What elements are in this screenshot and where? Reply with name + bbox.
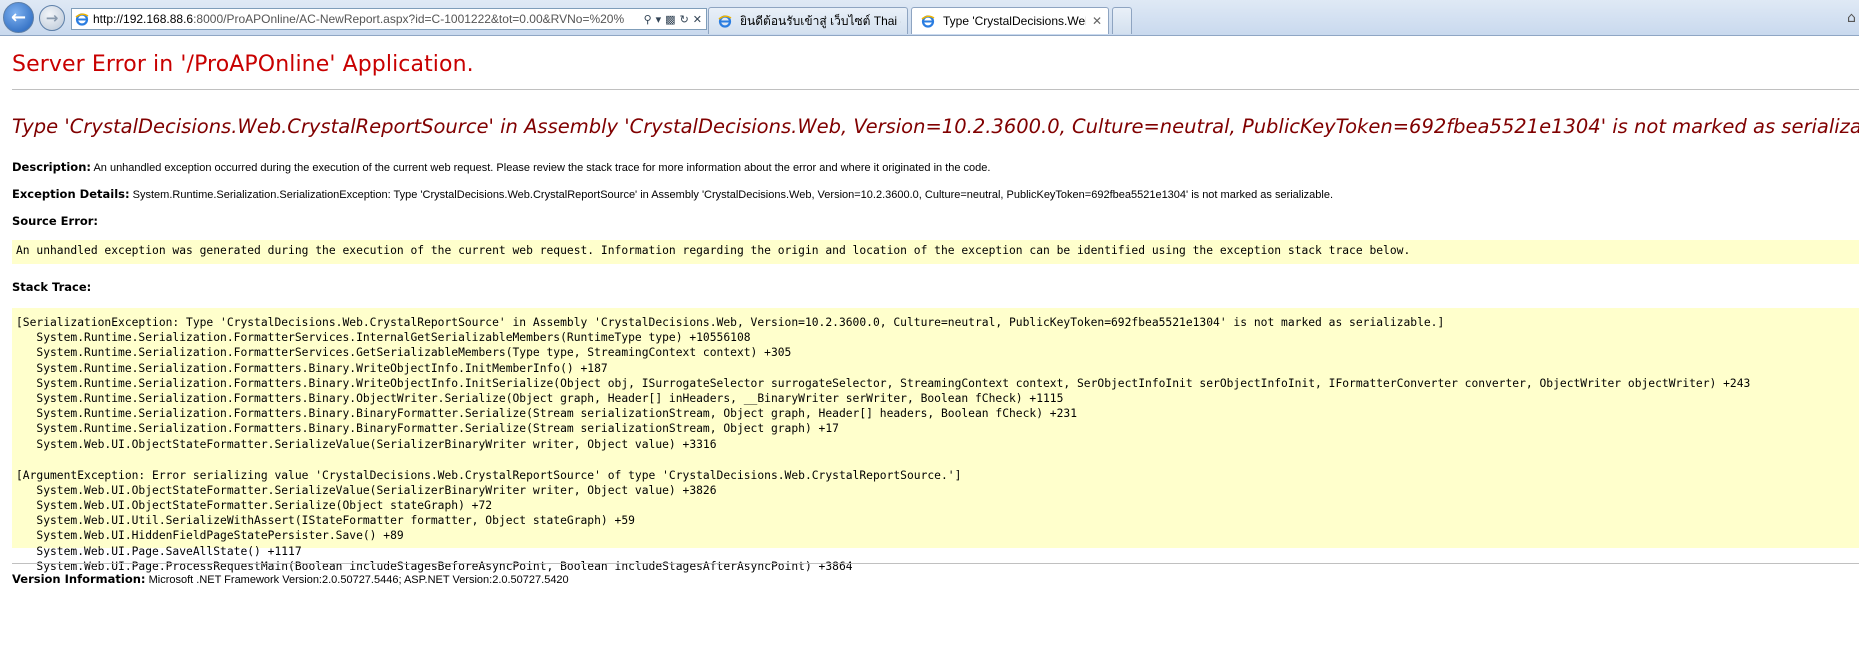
stack-trace-line: System.Web.UI.ObjectStateFormatter.Seria… [16, 499, 493, 513]
arrow-right-icon: → [45, 9, 59, 27]
source-error-box: An unhandled exception was generated dur… [12, 240, 1859, 264]
stack-trace-line: System.Web.UI.ObjectStateFormatter.Seria… [16, 437, 717, 451]
dropdown-arrow-icon[interactable]: ▾ [656, 13, 662, 26]
description-line: Description: An unhandled exception occu… [12, 160, 990, 174]
stack-trace-line: System.Web.UI.HiddenFieldPageStatePersis… [16, 529, 404, 543]
ie-tab-icon [718, 14, 732, 28]
stack-trace-line: System.Runtime.Serialization.Formatters.… [16, 376, 1751, 390]
url-text[interactable]: http://192.168.88.6:8000/ProAPOnline/AC-… [93, 12, 640, 26]
error-type-heading: Type 'CrystalDecisions.Web.CrystalReport… [12, 115, 1859, 138]
stack-trace-line: System.Runtime.Serialization.Formatters.… [16, 361, 608, 375]
close-tab-icon[interactable]: ✕ [1092, 14, 1102, 28]
url-path: :8000/ProAPOnline/AC-NewReport.aspx?id=C… [193, 12, 625, 26]
stop-icon[interactable]: ✕ [693, 13, 702, 26]
refresh-icon[interactable]: ↻ [680, 13, 689, 26]
compatibility-view-icon[interactable]: ▩ [665, 13, 675, 26]
home-icon[interactable]: ⌂ [1847, 10, 1859, 28]
stack-block-argument: [ArgumentException: Error serializing va… [16, 468, 1859, 574]
forward-button[interactable]: → [39, 5, 65, 31]
page-title: Server Error in '/ProAPOnline' Applicati… [12, 52, 474, 77]
stack-trace-line: System.Runtime.Serialization.FormatterSe… [16, 346, 792, 360]
url-host: http://192.168.88.6 [93, 12, 194, 26]
version-label: Version Information: [12, 572, 146, 586]
ie-tab-icon [921, 14, 935, 28]
stack-trace-line: [SerializationException: Type 'CrystalDe… [16, 316, 1445, 329]
version-information-line: Version Information: Microsoft .NET Fram… [12, 572, 569, 586]
address-tools: ⚲ ▾ ▩ ↻ ✕ [640, 13, 706, 26]
description-label: Description: [12, 160, 91, 174]
divider [12, 563, 1859, 564]
stack-trace-line: System.Runtime.Serialization.Formatters.… [16, 391, 1064, 405]
tab-thai-site[interactable]: ยินดีต้อนรับเข้าสู่ เว็บไซต์ Thai - ... [708, 7, 908, 34]
tab-label: Type 'CrystalDecisions.Web... [943, 14, 1086, 28]
new-tab-button[interactable] [1112, 7, 1132, 34]
divider [12, 89, 1859, 90]
stack-trace-label: Stack Trace: [12, 280, 92, 294]
stack-trace-line: [ArgumentException: Error serializing va… [16, 468, 962, 482]
back-button[interactable]: ← [3, 2, 34, 33]
stack-trace-line: System.Web.UI.Page.SaveAllState() +1117 [16, 544, 302, 558]
error-page: Server Error in '/ProAPOnline' Applicati… [0, 36, 1859, 671]
stack-trace-box: [SerializationException: Type 'CrystalDe… [12, 308, 1859, 573]
ie-page-icon [75, 12, 89, 26]
exception-text: System.Runtime.Serialization.Serializati… [132, 189, 1334, 201]
arrow-left-icon: ← [10, 7, 27, 28]
stack-trace-line: System.Web.UI.ObjectStateFormatter.Seria… [16, 483, 717, 497]
exception-details-line: Exception Details: System.Runtime.Serial… [12, 187, 1333, 201]
stack-gap [16, 452, 1859, 468]
description-text: An unhandled exception occurred during t… [93, 162, 991, 174]
version-text: Microsoft .NET Framework Version:2.0.507… [148, 574, 569, 586]
stack-trace-line: System.Runtime.Serialization.Formatters.… [16, 422, 839, 436]
stack-trace-line: System.Web.UI.Util.SerializeWithAssert(I… [16, 514, 635, 528]
stack-trace-line: System.Runtime.Serialization.Formatters.… [16, 407, 1078, 421]
tab-error-page[interactable]: Type 'CrystalDecisions.Web... ✕ [911, 7, 1109, 34]
tab-label: ยินดีต้อนรับเข้าสู่ เว็บไซต์ Thai - ... [740, 13, 901, 28]
exception-label: Exception Details: [12, 187, 130, 201]
source-error-label: Source Error: [12, 214, 99, 228]
stack-trace-line: System.Runtime.Serialization.FormatterSe… [16, 331, 751, 345]
stack-block-serialization: [SerializationException: Type 'CrystalDe… [16, 315, 1859, 452]
address-bar[interactable]: http://192.168.88.6:8000/ProAPOnline/AC-… [71, 8, 707, 30]
search-icon[interactable]: ⚲ [644, 13, 652, 26]
browser-toolbar: ← → http://192.168.88.6:8000/ProAPOnline… [0, 0, 1859, 36]
